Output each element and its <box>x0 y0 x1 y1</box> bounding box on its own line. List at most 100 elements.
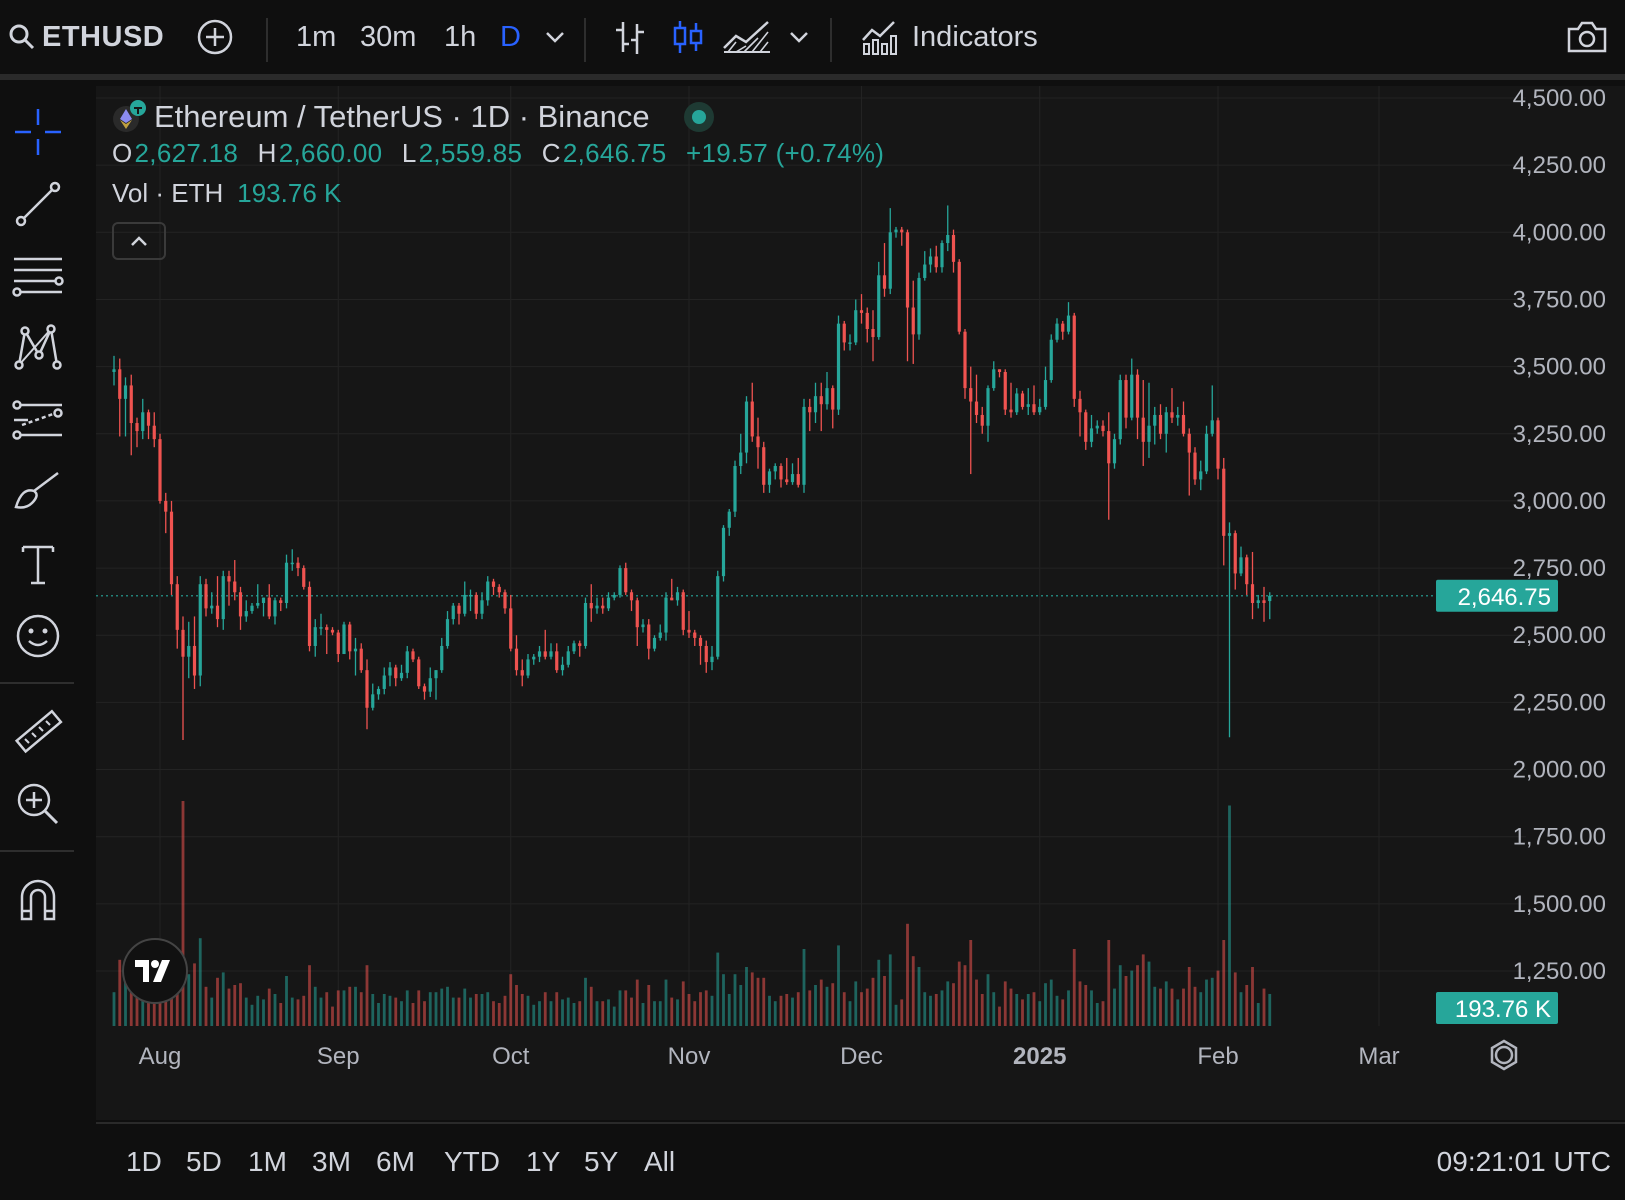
candle-body <box>376 688 381 695</box>
price-axis[interactable]: 4,500.00 4,250.00 4,000.00 3,750.00 3,500.00… <box>1436 86 1606 1024</box>
candle-body <box>1199 471 1203 480</box>
volume-bar <box>1193 986 1197 1026</box>
volume-bar <box>250 1004 254 1026</box>
volume-bar <box>394 997 398 1026</box>
volume-bar <box>302 995 306 1026</box>
range-1d[interactable]: 1D <box>126 1124 162 1200</box>
add-symbol-button[interactable] <box>196 0 234 74</box>
time-axis[interactable]: Aug Sep Oct Nov Dec 2025 Feb Mar <box>139 1039 1518 1071</box>
tradingview-logo[interactable] <box>122 938 188 1004</box>
ruler-icon <box>14 709 63 754</box>
top-toolbar: ETHUSD 1m 30m 1h D Indicators <box>0 0 1625 80</box>
range-3m[interactable]: 3M <box>312 1124 351 1200</box>
volume-bar <box>1176 999 1180 1026</box>
candle-body <box>1233 533 1237 574</box>
market-status-dot[interactable] <box>683 102 714 132</box>
candle-body <box>825 388 829 405</box>
candle-body <box>658 632 662 638</box>
volume-bar <box>1090 990 1093 1026</box>
timeframe-1m[interactable]: 1m <box>296 0 336 74</box>
volume-bar <box>239 983 242 1026</box>
volume-bar <box>572 1003 576 1026</box>
magnet-tool[interactable] <box>8 872 68 928</box>
area-style-button[interactable] <box>722 0 772 74</box>
range-all[interactable]: All <box>644 1124 675 1200</box>
volume-bar <box>1205 979 1208 1026</box>
zoom-tool[interactable] <box>8 776 68 832</box>
volume-bar <box>676 999 679 1026</box>
candle-body <box>808 406 812 413</box>
range-5d[interactable]: 5D <box>186 1124 222 1200</box>
volume-bar <box>722 974 725 1026</box>
candle-body <box>1061 323 1065 332</box>
volume-bar <box>377 1003 380 1026</box>
volume-bar <box>888 954 892 1026</box>
timeframe-d[interactable]: D <box>500 0 521 74</box>
volume-bar <box>1182 988 1185 1026</box>
volume-bar <box>658 1001 662 1026</box>
candle-body <box>710 656 714 663</box>
volume-bar <box>802 949 806 1026</box>
volume-bar <box>549 1001 553 1026</box>
candle-body <box>601 605 605 609</box>
volume-bar <box>1164 981 1168 1026</box>
brush-tool[interactable] <box>8 464 68 520</box>
candle-body <box>187 645 191 657</box>
candle-style-button[interactable] <box>670 0 706 74</box>
range-5y[interactable]: 5Y <box>584 1124 618 1200</box>
volume-bar <box>417 990 421 1026</box>
candle-body <box>526 659 530 676</box>
trend-line-tool[interactable] <box>8 176 68 232</box>
bar-style-button[interactable] <box>612 0 648 74</box>
candle-body <box>1193 452 1197 480</box>
volume-bar <box>1055 995 1059 1026</box>
emoji-tool[interactable] <box>8 608 68 664</box>
volume-bar <box>1095 1003 1099 1026</box>
volume-bar <box>1026 994 1030 1026</box>
volume-bar <box>1245 985 1249 1026</box>
candle-body <box>785 479 789 483</box>
indicators-button[interactable]: Indicators <box>860 0 1038 74</box>
volume-bar <box>1015 994 1019 1026</box>
candle-body <box>1153 414 1157 426</box>
fib-tool[interactable] <box>8 248 68 304</box>
price-tick-label: 1,500.00 <box>1513 891 1606 918</box>
volume-bar <box>497 1003 501 1026</box>
volume-bar <box>785 994 789 1026</box>
prediction-tool[interactable] <box>8 392 68 448</box>
volume-bar <box>819 979 823 1026</box>
chart-title[interactable]: Ethereum / TetherUS · 1D · Binance <box>154 99 650 135</box>
symbol-search[interactable]: ETHUSD <box>8 0 164 74</box>
volume-bar <box>923 992 927 1026</box>
candle-body <box>934 256 938 268</box>
search-icon <box>9 24 35 50</box>
timeframe-30m[interactable]: 30m <box>360 0 416 74</box>
candle-body <box>290 562 294 565</box>
toolbar-divider <box>584 18 586 62</box>
timeframe-1h[interactable]: 1h <box>444 0 476 74</box>
measure-tool[interactable] <box>8 704 68 760</box>
price-chart[interactable]: 4,500.00 4,250.00 4,000.00 3,750.00 3,500.00… <box>96 86 1625 1120</box>
crosshair-tool[interactable] <box>8 104 68 160</box>
volume-bar <box>446 986 449 1026</box>
range-1y[interactable]: 1Y <box>526 1124 560 1200</box>
volume-bar <box>227 988 231 1026</box>
range-6m[interactable]: 6M <box>376 1124 415 1200</box>
zoom-in-icon <box>17 783 59 825</box>
candle-body <box>1135 374 1140 418</box>
range-ytd[interactable]: YTD <box>444 1124 500 1200</box>
legend-collapse-button[interactable] <box>112 222 166 260</box>
pattern-tool[interactable] <box>8 320 68 376</box>
candle-body <box>1170 412 1174 418</box>
chart-style-dropdown[interactable] <box>788 0 810 74</box>
candle-body <box>911 307 915 335</box>
text-tool[interactable] <box>8 536 68 592</box>
candle-body <box>210 605 214 609</box>
clock[interactable]: 09:21:01 UTC <box>1437 1124 1611 1200</box>
screenshot-button[interactable] <box>1566 0 1608 74</box>
range-1m[interactable]: 1M <box>248 1124 287 1200</box>
chart-pane[interactable]: 4,500.00 4,250.00 4,000.00 3,750.00 3,500.00… <box>96 86 1625 1120</box>
volume-bar <box>871 977 875 1026</box>
candle-body <box>652 637 657 649</box>
timeframe-dropdown[interactable] <box>544 0 566 74</box>
